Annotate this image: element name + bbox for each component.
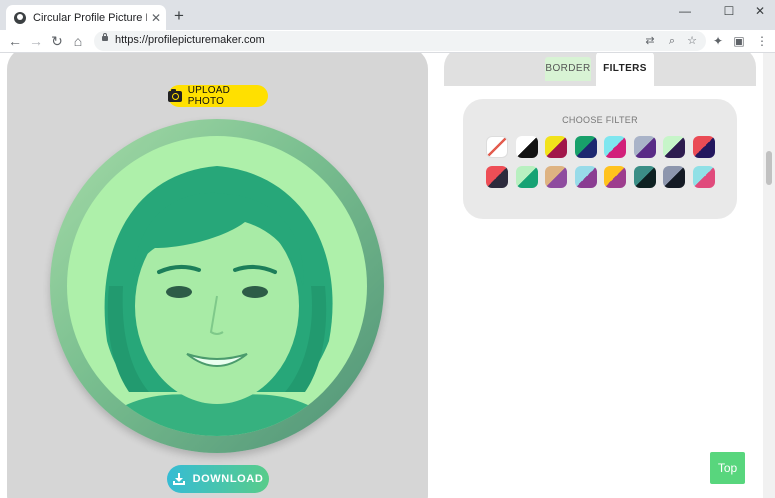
filter-swatch-black-white[interactable] (515, 136, 538, 158)
filter-swatch-red-indigo[interactable] (692, 136, 715, 158)
page-content: UPLOAD PHOTO DOWNLOAD BORDER FILTERS CHO… (0, 53, 763, 498)
filter-swatch-gold-purple[interactable] (604, 166, 626, 188)
forward-button[interactable]: → (28, 33, 44, 49)
filter-swatch-teal-dark[interactable] (633, 166, 656, 188)
tab-filters[interactable]: FILTERS (596, 53, 654, 86)
filter-swatch-mint-darkpurple[interactable] (663, 136, 685, 158)
filter-swatch-mint-green[interactable] (515, 166, 538, 188)
filter-chooser: CHOOSE FILTER (463, 99, 737, 219)
filter-swatch-red-charcoal[interactable] (486, 166, 508, 188)
url-text[interactable]: https://profilepicturemaker.com (115, 34, 265, 46)
browser-menu-icon[interactable]: ⋮ (754, 33, 770, 49)
tab-border[interactable]: BORDER (545, 57, 591, 81)
download-button[interactable]: DOWNLOAD (167, 465, 269, 493)
choose-filter-title: CHOOSE FILTER (562, 115, 638, 125)
bookmark-star-icon[interactable]: ☆ (684, 33, 700, 49)
back-button[interactable]: ← (7, 33, 23, 49)
portrait-illustration (87, 166, 347, 436)
filter-swatch-none[interactable] (486, 136, 508, 158)
profile-picture-preview (50, 119, 384, 453)
filter-swatch-cyan-magenta[interactable] (604, 136, 626, 158)
editor-panel: UPLOAD PHOTO DOWNLOAD (7, 53, 428, 498)
lock-icon[interactable] (102, 33, 108, 41)
browser-toolbar: ← → ↻ ⌂ https://profilepicturemaker.com … (0, 30, 775, 52)
filter-swatch-yellow-crimson[interactable] (545, 136, 567, 158)
tab-title: Circular Profile Picture Maker (33, 11, 147, 24)
filter-swatch-gray-purple[interactable] (633, 136, 656, 158)
camera-icon (168, 88, 182, 102)
extensions-icon[interactable]: ✦ (710, 33, 726, 49)
maximize-window-button[interactable]: ☐ (716, 4, 742, 18)
filter-swatch-slate-black[interactable] (663, 166, 685, 188)
scrollbar-thumb[interactable] (766, 151, 772, 185)
scroll-to-top-button[interactable]: Top (710, 452, 745, 484)
reload-button[interactable]: ↻ (49, 33, 65, 49)
upload-photo-label: UPLOAD PHOTO (187, 85, 231, 107)
browser-tab[interactable]: Circular Profile Picture Maker ✕ (6, 5, 166, 30)
page-scrollbar[interactable] (763, 53, 775, 498)
zoom-icon[interactable]: ⌕ (664, 33, 680, 49)
translate-icon[interactable]: ⇄ (642, 33, 658, 49)
tab-close-icon[interactable]: ✕ (151, 11, 161, 25)
filter-swatch-lightblue-violet[interactable] (574, 166, 597, 188)
settings-tab-bar: BORDER FILTERS (444, 53, 756, 86)
settings-panel: BORDER FILTERS CHOOSE FILTER (444, 53, 756, 498)
filter-swatch-green-navy[interactable] (574, 136, 597, 158)
site-favicon-icon (14, 11, 26, 24)
minimize-window-button[interactable]: — (672, 4, 698, 18)
upload-photo-button[interactable]: UPLOAD PHOTO (168, 85, 268, 107)
profile-photo (67, 136, 367, 436)
home-button[interactable]: ⌂ (70, 33, 86, 49)
filter-swatch-aqua-pink[interactable] (692, 166, 715, 188)
filter-swatch-tan-violet[interactable] (545, 166, 567, 188)
media-icon[interactable]: ▣ (731, 33, 747, 49)
new-tab-button[interactable]: + (171, 7, 187, 25)
download-icon (172, 473, 185, 485)
close-window-button[interactable]: ✕ (747, 4, 773, 18)
download-label: DOWNLOAD (192, 473, 264, 485)
address-bar[interactable]: https://profilepicturemaker.com ⇄ ⌕ ☆ (94, 31, 706, 51)
browser-tab-strip: Circular Profile Picture Maker ✕ + — ☐ ✕ (0, 0, 775, 30)
